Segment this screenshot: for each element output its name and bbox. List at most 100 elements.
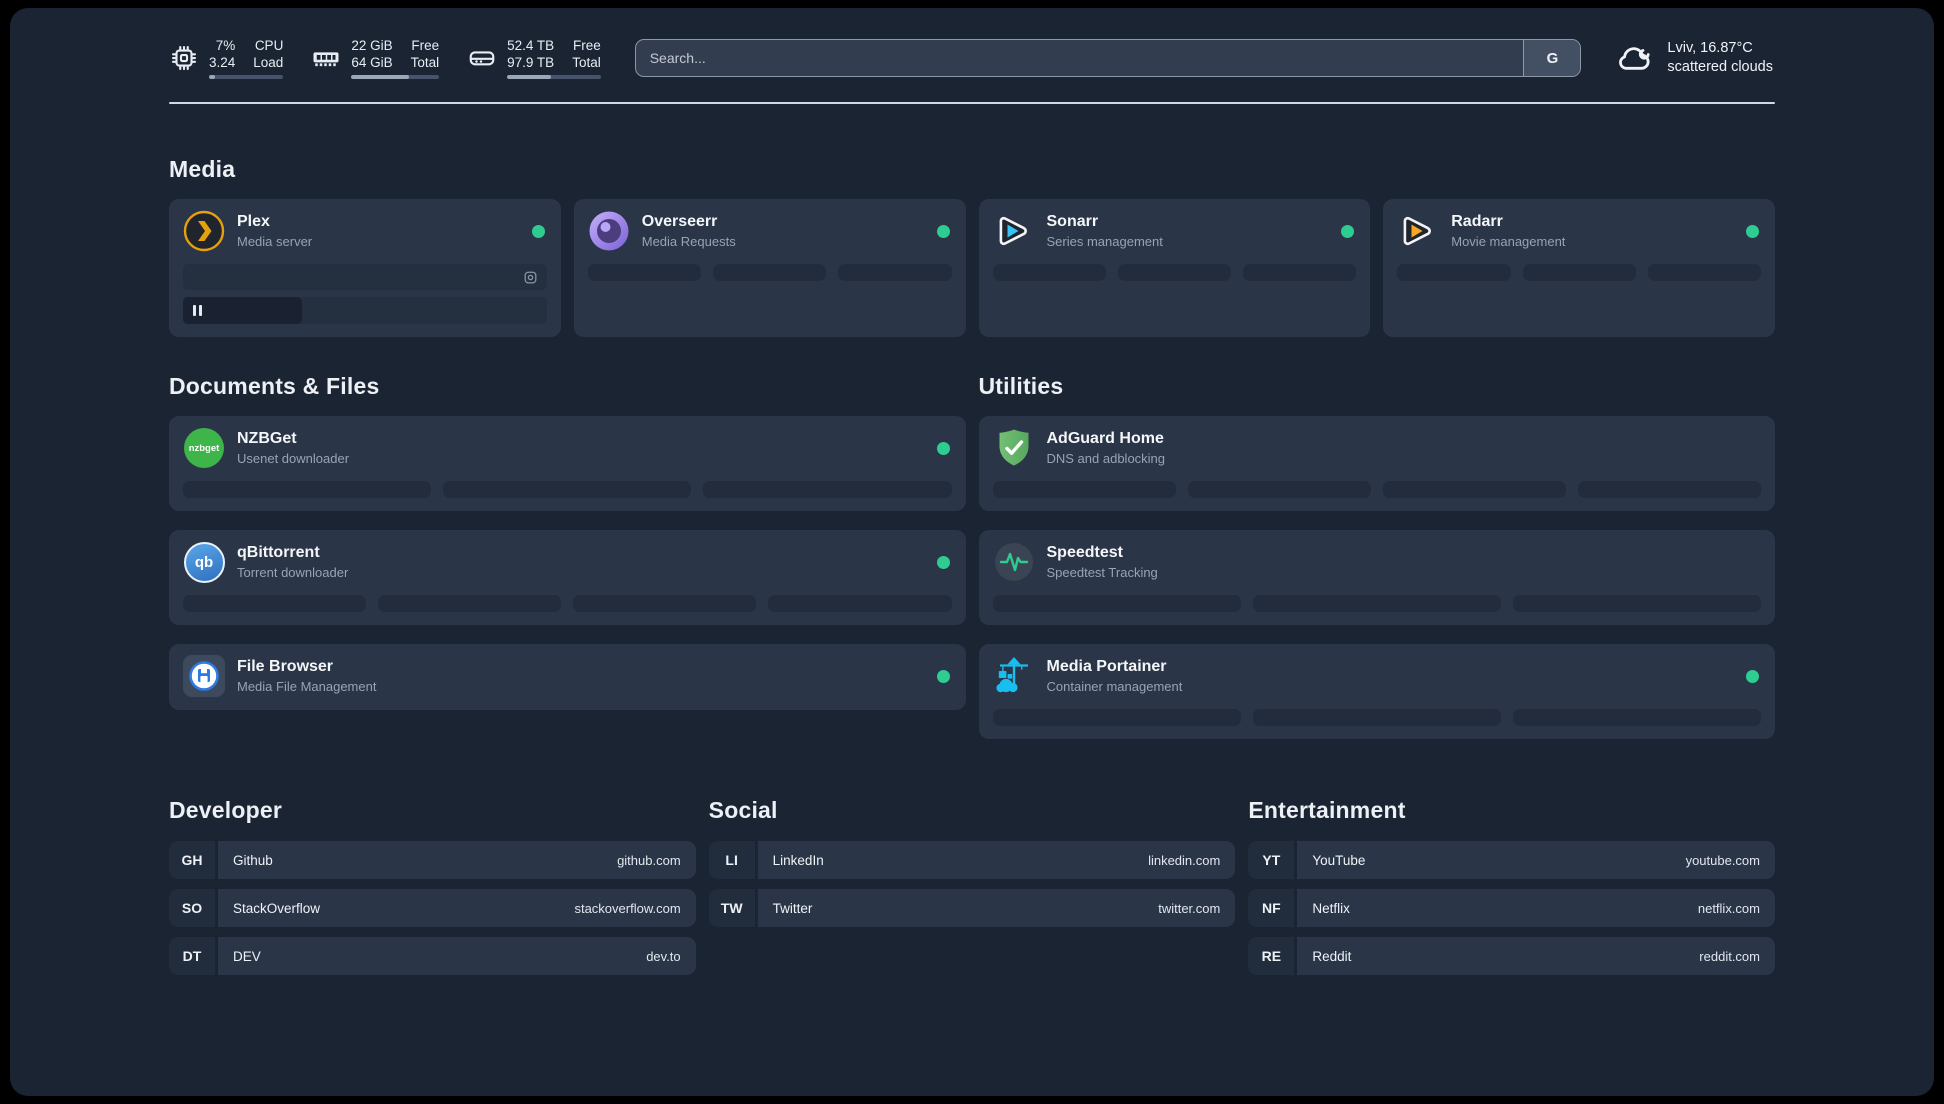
bookmark-link-dev[interactable]: DT DEV dev.to	[169, 937, 696, 975]
app-card-qbittorrent[interactable]: qb qBittorrent Torrent downloader	[169, 530, 966, 625]
app-card-radarr[interactable]: Radarr Movie management	[1383, 199, 1775, 337]
stat-tile	[1252, 709, 1501, 726]
bookmark-url: dev.to	[646, 948, 681, 964]
bookmark-group-developer: Developer GH Github github.com SO StackO…	[169, 797, 696, 975]
bookmark-name: Netflix	[1312, 900, 1350, 916]
stat-tile	[573, 595, 757, 612]
speedtest-icon	[993, 541, 1035, 583]
app-card-overseerr[interactable]: Overseerr Media Requests	[573, 199, 966, 337]
stat-tile	[1522, 264, 1636, 281]
bookmark-abbr: GH	[169, 841, 215, 879]
stat-tile	[1117, 264, 1231, 281]
status-dot	[1341, 224, 1355, 238]
bookmark-link-stackoverflow[interactable]: SO StackOverflow stackoverflow.com	[169, 889, 696, 927]
app-description: DNS and adblocking	[1046, 451, 1166, 466]
resource-label-1: Free	[411, 38, 440, 53]
app-stats-row	[587, 264, 952, 281]
app-name: AdGuard Home	[1046, 430, 1164, 447]
app-description: Media server	[237, 234, 313, 249]
bookmark-url: twitter.com	[1158, 900, 1221, 916]
app-name: Plex	[237, 213, 270, 230]
plex-now-playing	[183, 264, 547, 324]
bookmark-link-youtube[interactable]: YT YouTube youtube.com	[1248, 841, 1775, 879]
app-description: Series management	[1046, 234, 1163, 249]
adguard-icon	[993, 427, 1035, 469]
utilities-column: Utilities AdGuard Home DNS and adblockin…	[978, 373, 1775, 739]
resource-progress-track	[209, 75, 284, 79]
bookmark-group-title: Developer	[169, 797, 283, 823]
stat-tile	[713, 264, 827, 281]
status-dot	[936, 441, 950, 455]
status-dot	[531, 224, 545, 238]
app-stats-row	[992, 264, 1357, 281]
stat-tile	[992, 709, 1241, 726]
app-description: Speedtest Tracking	[1046, 565, 1158, 580]
stat-tile	[1252, 595, 1501, 612]
weather-widget: Lviv, 16.87°C scattered clouds	[1615, 39, 1775, 78]
app-description: Media File Management	[237, 679, 377, 694]
app-card-plex[interactable]: Plex Media server	[169, 199, 561, 337]
resource-label-1: Free	[572, 38, 601, 53]
app-card-speedtest[interactable]: Speedtest Speedtest Tracking	[978, 530, 1775, 625]
radarr-icon	[1397, 210, 1439, 252]
bookmark-url: netflix.com	[1697, 900, 1760, 916]
bookmark-url: github.com	[617, 852, 681, 868]
resource-value-1: 22 GiB	[351, 38, 393, 53]
bookmark-link-github[interactable]: GH Github github.com	[169, 841, 696, 879]
app-card-nzbget[interactable]: nzbget NZBGet Usenet downloader	[169, 416, 966, 511]
resource-progress-fill	[209, 75, 215, 79]
resource-widgets: 7% 3.24 CPU Load 22 GiB 64 GiB Free Tota…	[169, 37, 601, 79]
stat-tile	[838, 264, 952, 281]
app-name: NZBGet	[237, 430, 297, 447]
bookmark-name: Reddit	[1312, 948, 1352, 964]
resource-widget-disk: 52.4 TB 97.9 TB Free Total	[467, 37, 601, 79]
dashboard: 7% 3.24 CPU Load 22 GiB 64 GiB Free Tota…	[10, 8, 1934, 1096]
bookmark-abbr: YT	[1248, 841, 1295, 879]
resource-label-2: Total	[410, 55, 440, 70]
status-dot	[1746, 224, 1759, 238]
bookmark-name: Twitter	[772, 900, 813, 916]
bookmark-url: stackoverflow.com	[574, 900, 681, 916]
section-title-documents: Documents & Files	[169, 373, 380, 399]
bookmark-name: Github	[233, 852, 273, 868]
search-input[interactable]	[635, 40, 1524, 76]
stat-tile	[183, 481, 432, 498]
disk-icon	[467, 43, 497, 73]
app-description: Container management	[1046, 679, 1183, 694]
cloud-icon	[1615, 39, 1655, 78]
bookmark-link-netflix[interactable]: NF Netflix netflix.com	[1248, 889, 1775, 927]
stat-tile	[1512, 595, 1762, 612]
app-card-portainer[interactable]: Media Portainer Container management	[978, 644, 1775, 739]
stat-tile	[992, 595, 1241, 612]
bookmark-abbr: RE	[1248, 937, 1295, 975]
bookmark-name: YouTube	[1312, 852, 1366, 868]
status-dot	[936, 555, 950, 569]
app-name: Sonarr	[1046, 213, 1099, 230]
app-stats-row	[992, 595, 1762, 612]
playback-progress	[183, 297, 547, 324]
filebrowser-icon	[183, 655, 225, 697]
bookmark-link-twitter[interactable]: TW Twitter twitter.com	[708, 889, 1236, 927]
header-divider	[169, 102, 1775, 104]
app-name: Radarr	[1451, 213, 1503, 230]
section-title-media: Media	[169, 156, 236, 182]
stat-tile	[703, 481, 952, 498]
app-card-sonarr[interactable]: Sonarr Series management	[978, 199, 1371, 337]
bookmark-link-linkedin[interactable]: LI LinkedIn linkedin.com	[708, 841, 1236, 879]
app-card-filebrowser[interactable]: File Browser Media File Management	[169, 644, 966, 710]
app-description: Media Requests	[641, 234, 736, 249]
bookmark-link-reddit[interactable]: RE Reddit reddit.com	[1248, 937, 1775, 975]
bookmark-name: DEV	[233, 948, 261, 964]
weather-location-temp: Lviv, 16.87°C	[1667, 40, 1753, 56]
stat-tile	[443, 481, 692, 498]
resource-progress-fill	[351, 75, 410, 79]
search-provider-button[interactable]: G	[1523, 40, 1581, 76]
app-card-adguard[interactable]: AdGuard Home DNS and adblocking	[978, 416, 1775, 511]
app-description: Movie management	[1451, 234, 1566, 249]
app-name: Media Portainer	[1046, 658, 1167, 675]
pause-icon	[193, 305, 196, 316]
app-stats-row	[992, 709, 1762, 726]
app-name: qBittorrent	[237, 544, 320, 561]
resource-value-2: 64 GiB	[351, 55, 393, 70]
pause-indicator	[183, 297, 303, 324]
